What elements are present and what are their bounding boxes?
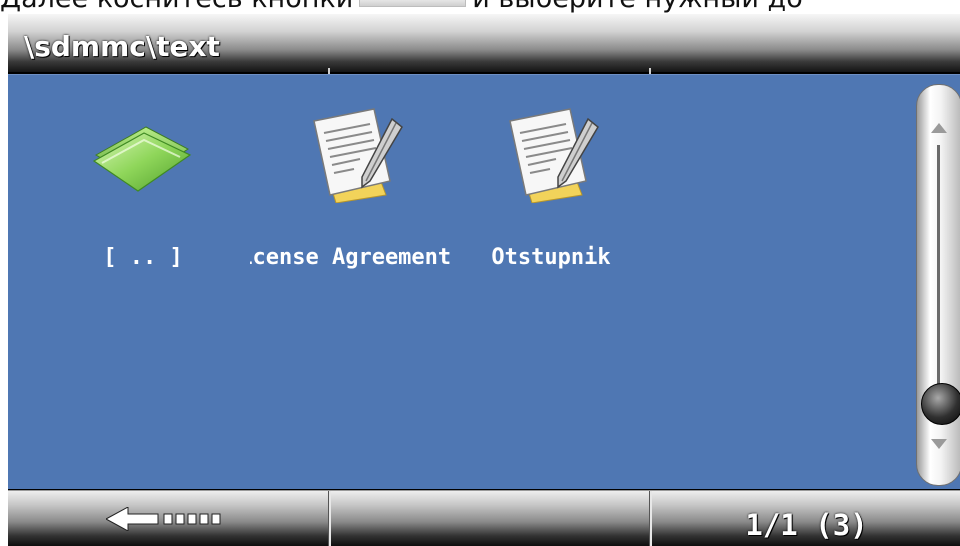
- file-item-license-agreement[interactable]: License Agreement: [250, 75, 460, 275]
- file-label: License Agreement: [250, 245, 452, 270]
- document-text-after: и выберите нужный до: [472, 0, 802, 14]
- inline-button-image: [359, 0, 467, 7]
- text-document-icon: [509, 108, 599, 203]
- folder-up-icon: [92, 126, 192, 192]
- current-path: \sdmmc\text: [24, 30, 220, 63]
- scroll-thumb[interactable]: [921, 383, 960, 425]
- file-item-otstupnik[interactable]: Otstupnik: [446, 75, 656, 275]
- file-browser-screen: \sdmmc\text [..] cense Agreement Otstu…: [8, 14, 960, 546]
- page-counter: 1/1 (3): [745, 508, 868, 542]
- vertical-scrollbar[interactable]: [916, 84, 960, 486]
- file-label: Otstupnik: [491, 245, 611, 270]
- title-bar: \sdmmc\text: [8, 14, 960, 73]
- file-label: [ .. ]: [103, 245, 183, 270]
- scroll-down-icon[interactable]: [929, 437, 949, 451]
- scroll-up-icon[interactable]: [929, 121, 949, 135]
- footer-divider: [649, 491, 652, 546]
- file-item-parent-folder[interactable]: [ .. ]: [38, 75, 248, 275]
- back-button[interactable]: [8, 491, 328, 546]
- footer-empty-slot: [331, 491, 649, 546]
- document-text-before: Далее коснитесь кнопки: [0, 0, 353, 14]
- text-document-icon: [313, 108, 403, 203]
- file-list: [ .. ] License Agreement: [8, 74, 960, 489]
- bottom-bar: 1/1 (3): [8, 490, 960, 546]
- scroll-track[interactable]: [937, 145, 940, 413]
- back-arrow-icon: [106, 507, 221, 531]
